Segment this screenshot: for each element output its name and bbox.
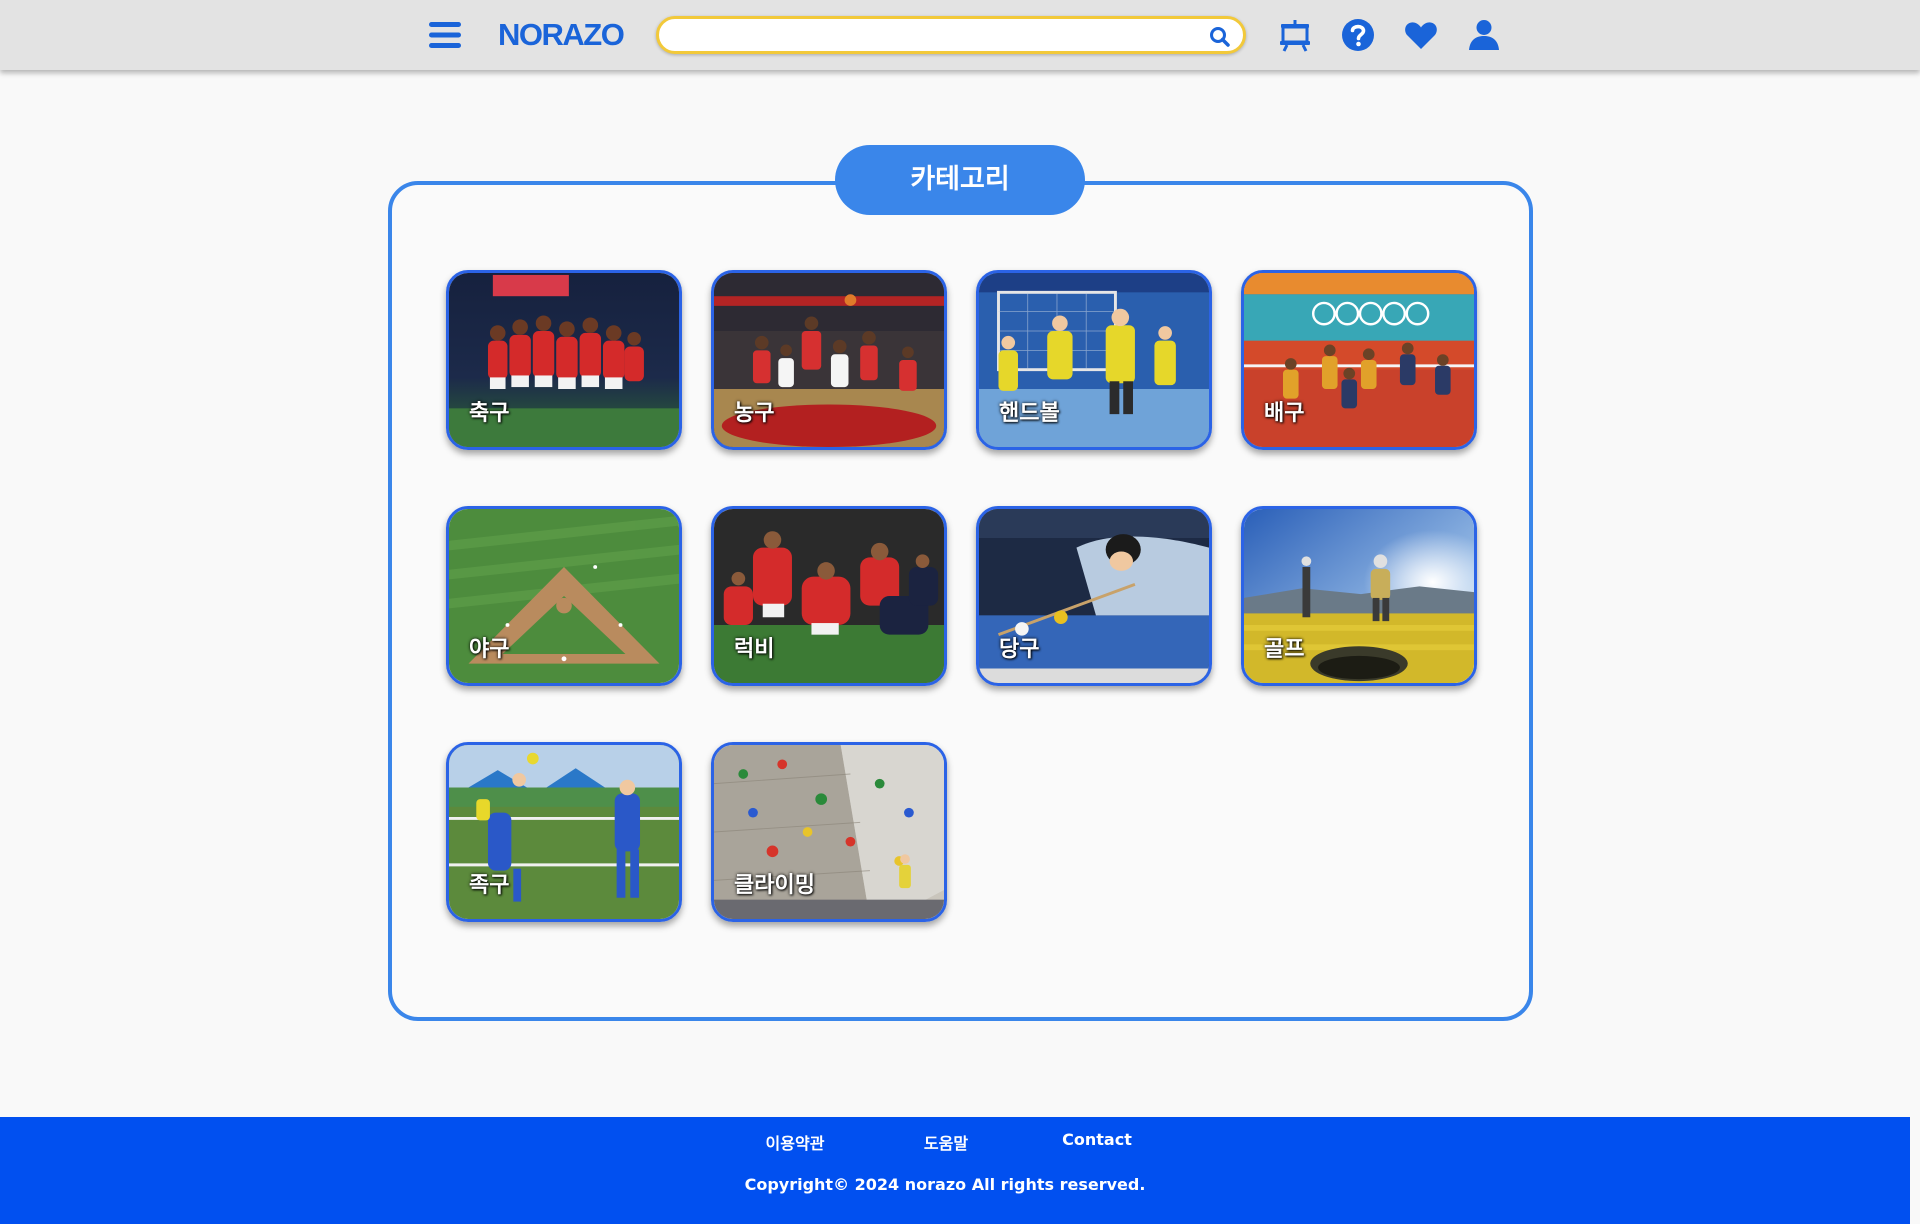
category-label: 야구	[469, 637, 510, 662]
search-bar	[656, 16, 1246, 54]
category-card-golf[interactable]: 골프	[1241, 506, 1477, 686]
category-card-volleyball[interactable]: 배구	[1241, 270, 1477, 450]
category-label: 축구	[469, 401, 510, 426]
category-label: 배구	[1264, 401, 1305, 426]
category-label: 클라이밍	[734, 873, 815, 898]
category-card-rugby[interactable]: 럭비	[711, 506, 947, 686]
category-label: 럭비	[734, 637, 775, 662]
category-label: 핸드볼	[999, 401, 1060, 426]
footer: 이용약관 도움말 Contact Copyright© 2024 norazo …	[0, 1117, 1910, 1224]
category-card-basketball[interactable]: 농구	[711, 270, 947, 450]
category-label: 족구	[469, 873, 510, 898]
footer-link-help[interactable]: 도움말	[866, 1130, 1026, 1154]
search-input[interactable]	[677, 22, 1177, 48]
category-card-climbing[interactable]: 클라이밍	[711, 742, 947, 922]
search-icon[interactable]	[1207, 24, 1233, 50]
category-card-jokgu[interactable]: 족구	[446, 742, 682, 922]
category-title: 카테고리	[835, 145, 1085, 215]
user-icon[interactable]	[1465, 16, 1503, 54]
footer-link-contact[interactable]: Contact	[1017, 1130, 1177, 1149]
easel-icon[interactable]	[1276, 16, 1314, 54]
help-icon[interactable]	[1339, 16, 1377, 54]
site-logo[interactable]: NORAZO	[498, 15, 625, 55]
category-card-baseball[interactable]: 야구	[446, 506, 682, 686]
footer-link-terms[interactable]: 이용약관	[715, 1130, 875, 1154]
menu-icon[interactable]	[427, 18, 463, 52]
category-card-soccer[interactable]: 축구	[446, 270, 682, 450]
category-label: 농구	[734, 401, 775, 426]
copyright-text: Copyright© 2024 norazo All rights reserv…	[744, 1175, 1146, 1194]
heart-icon[interactable]	[1402, 16, 1440, 54]
category-card-handball[interactable]: 핸드볼	[976, 270, 1212, 450]
category-label: 골프	[1264, 637, 1305, 662]
category-label: 당구	[999, 637, 1040, 662]
category-card-billiards[interactable]: 당구	[976, 506, 1212, 686]
top-navbar: NORAZO	[0, 0, 1920, 70]
